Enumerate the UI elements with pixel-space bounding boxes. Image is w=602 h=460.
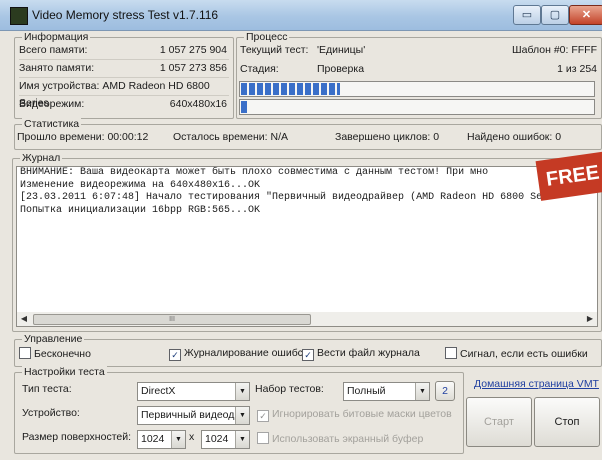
- test-type-value: DirectX: [141, 385, 176, 397]
- homepage-link[interactable]: Домашняя страница VMT: [474, 378, 599, 390]
- endless-checkbox[interactable]: Бесконечно: [19, 347, 91, 360]
- scroll-right-icon[interactable]: ▶: [583, 312, 597, 326]
- overall-progress-fill: [241, 101, 249, 113]
- elapsed-time: Прошло времени: 00:00:12: [17, 131, 149, 143]
- info-group: Информация Всего памяти: 1 057 275 904 З…: [14, 31, 234, 119]
- close-button[interactable]: ✕: [569, 5, 602, 25]
- device-name-row: Имя устройства: AMD Radeon HD 6800 Serie…: [19, 78, 229, 109]
- check-icon[interactable]: ✓: [302, 349, 314, 361]
- screen-buffer-check-box[interactable]: [257, 432, 269, 444]
- scroll-thumb[interactable]: III: [33, 314, 311, 325]
- start-button[interactable]: Старт: [466, 397, 532, 447]
- cycles-completed: Завершено циклов: 0: [335, 131, 440, 143]
- settings-group-title: Настройки теста: [22, 366, 107, 378]
- surface-height-value: 1024: [205, 433, 229, 445]
- test-progress-fill: [241, 83, 341, 95]
- chevron-down-icon[interactable]: ▼: [235, 431, 249, 448]
- test-set-config-button[interactable]: 2: [435, 381, 455, 401]
- test-set-select[interactable]: Полный ▼: [343, 382, 430, 401]
- remaining-time: Осталось времени: N/A: [173, 131, 288, 143]
- process-group: Процесс Текущий тест: 'Единицы' Шаблон #…: [236, 31, 602, 119]
- endless-label: Бесконечно: [34, 348, 91, 360]
- video-mode-label: Видеорежим:: [19, 98, 85, 110]
- errors-found: Найдено ошибок: 0: [467, 131, 562, 143]
- signal-check-box[interactable]: [445, 347, 457, 359]
- device-select[interactable]: Первичный видеод ▼: [137, 406, 250, 425]
- endless-check-box[interactable]: [19, 347, 31, 359]
- log-errors-checkbox[interactable]: ✓ Журналирование ошибс: [169, 347, 303, 361]
- screen-buffer-label: Использовать экранный буфер: [272, 433, 424, 445]
- log-line: ВНИМАНИЕ: Ваша видеокарта может быть пло…: [20, 167, 489, 178]
- total-memory-row: Всего памяти: 1 057 275 904: [19, 42, 229, 60]
- surface-size-label: Размер поверхностей:: [22, 431, 132, 443]
- maximize-button[interactable]: ▢: [541, 5, 569, 25]
- pattern-value: Шаблон #0: FFFF: [512, 44, 597, 56]
- test-set-label: Набор тестов:: [255, 383, 324, 395]
- device-label: Устройство:: [22, 407, 80, 419]
- current-test-label: Текущий тест:: [240, 44, 309, 56]
- chevron-down-icon[interactable]: ▼: [235, 407, 249, 424]
- screen-buffer-checkbox[interactable]: Использовать экранный буфер: [257, 432, 423, 445]
- surface-width-select[interactable]: 1024 ▼: [137, 430, 186, 449]
- log-line: [23.03.2011 6:07:48] Начало тестирования…: [20, 192, 543, 204]
- check-icon[interactable]: ✓: [169, 349, 181, 361]
- chevron-down-icon[interactable]: ▼: [235, 383, 249, 400]
- device-name-label: Имя устройства:: [19, 80, 100, 92]
- overall-progress-bar: [239, 99, 595, 115]
- ignore-masks-label: Игнорировать битовые маски цветов: [272, 408, 452, 420]
- stage-value: Проверка: [317, 63, 365, 75]
- scroll-left-icon[interactable]: ◀: [17, 312, 31, 326]
- video-mode-value: 640x480x16: [169, 98, 227, 110]
- chevron-down-icon[interactable]: ▼: [171, 431, 185, 448]
- horizontal-scrollbar[interactable]: ◀ III ▶: [16, 312, 598, 327]
- used-memory-row: Занято памяти: 1 057 273 856: [19, 60, 229, 78]
- total-memory-value: 1 057 275 904: [159, 44, 227, 56]
- test-type-select[interactable]: DirectX ▼: [137, 382, 250, 401]
- log-errors-label: Журналирование ошибс: [184, 347, 303, 359]
- video-mode-row: Видеорежим: 640x480x16: [19, 96, 229, 113]
- process-group-title: Процесс: [244, 31, 290, 43]
- signal-checkbox[interactable]: Сигнал, если есть ошибки: [445, 347, 588, 360]
- log-line: Изменение видеорежима на 640x480x16...OK: [20, 179, 261, 191]
- stage-count: 1 из 254: [557, 63, 597, 75]
- ignore-masks-checkbox[interactable]: ✓ Игнорировать битовые маски цветов: [257, 408, 452, 422]
- chevron-down-icon[interactable]: ▼: [415, 383, 429, 400]
- used-memory-value: 1 057 273 856: [159, 62, 227, 74]
- total-memory-label: Всего памяти:: [19, 44, 88, 56]
- statistics-group-title: Статистика: [22, 118, 82, 130]
- window-title: Video Memory stress Test v1.7.116: [32, 8, 219, 22]
- test-set-value: Полный: [347, 385, 386, 397]
- device-value: Первичный видеод: [141, 409, 235, 421]
- minimize-button[interactable]: ▭: [513, 5, 541, 25]
- test-progress-bar: [239, 81, 595, 97]
- statistics-group: Статистика Прошло времени: 00:00:12 Оста…: [14, 118, 602, 150]
- journal-group-title: Журнал: [20, 152, 63, 164]
- test-type-label: Тип теста:: [22, 383, 72, 395]
- log-file-checkbox[interactable]: ✓ Вести файл журнала: [302, 347, 420, 361]
- log-textarea[interactable]: ВНИМАНИЕ: Ваша видеокарта может быть пло…: [16, 166, 598, 314]
- check-icon[interactable]: ✓: [257, 410, 269, 422]
- used-memory-label: Занято памяти:: [19, 62, 95, 74]
- signal-label: Сигнал, если есть ошибки: [460, 348, 588, 360]
- settings-group: Настройки теста Тип теста: DirectX ▼ Наб…: [14, 366, 464, 454]
- stage-label: Стадия:: [240, 63, 279, 75]
- control-group-title: Управление: [22, 333, 85, 345]
- surface-width-value: 1024: [141, 433, 165, 445]
- current-test-value: 'Единицы': [317, 44, 366, 56]
- surface-height-select[interactable]: 1024 ▼: [201, 430, 250, 449]
- stop-button[interactable]: Стоп: [534, 397, 600, 447]
- log-file-label: Вести файл журнала: [317, 347, 420, 359]
- control-group: Управление Бесконечно ✓ Журналирование ош…: [14, 333, 602, 367]
- app-icon: [10, 7, 28, 25]
- size-separator: x: [189, 431, 195, 443]
- log-line: Попытка инициализации 16bpp RGB:565...OK: [20, 204, 261, 216]
